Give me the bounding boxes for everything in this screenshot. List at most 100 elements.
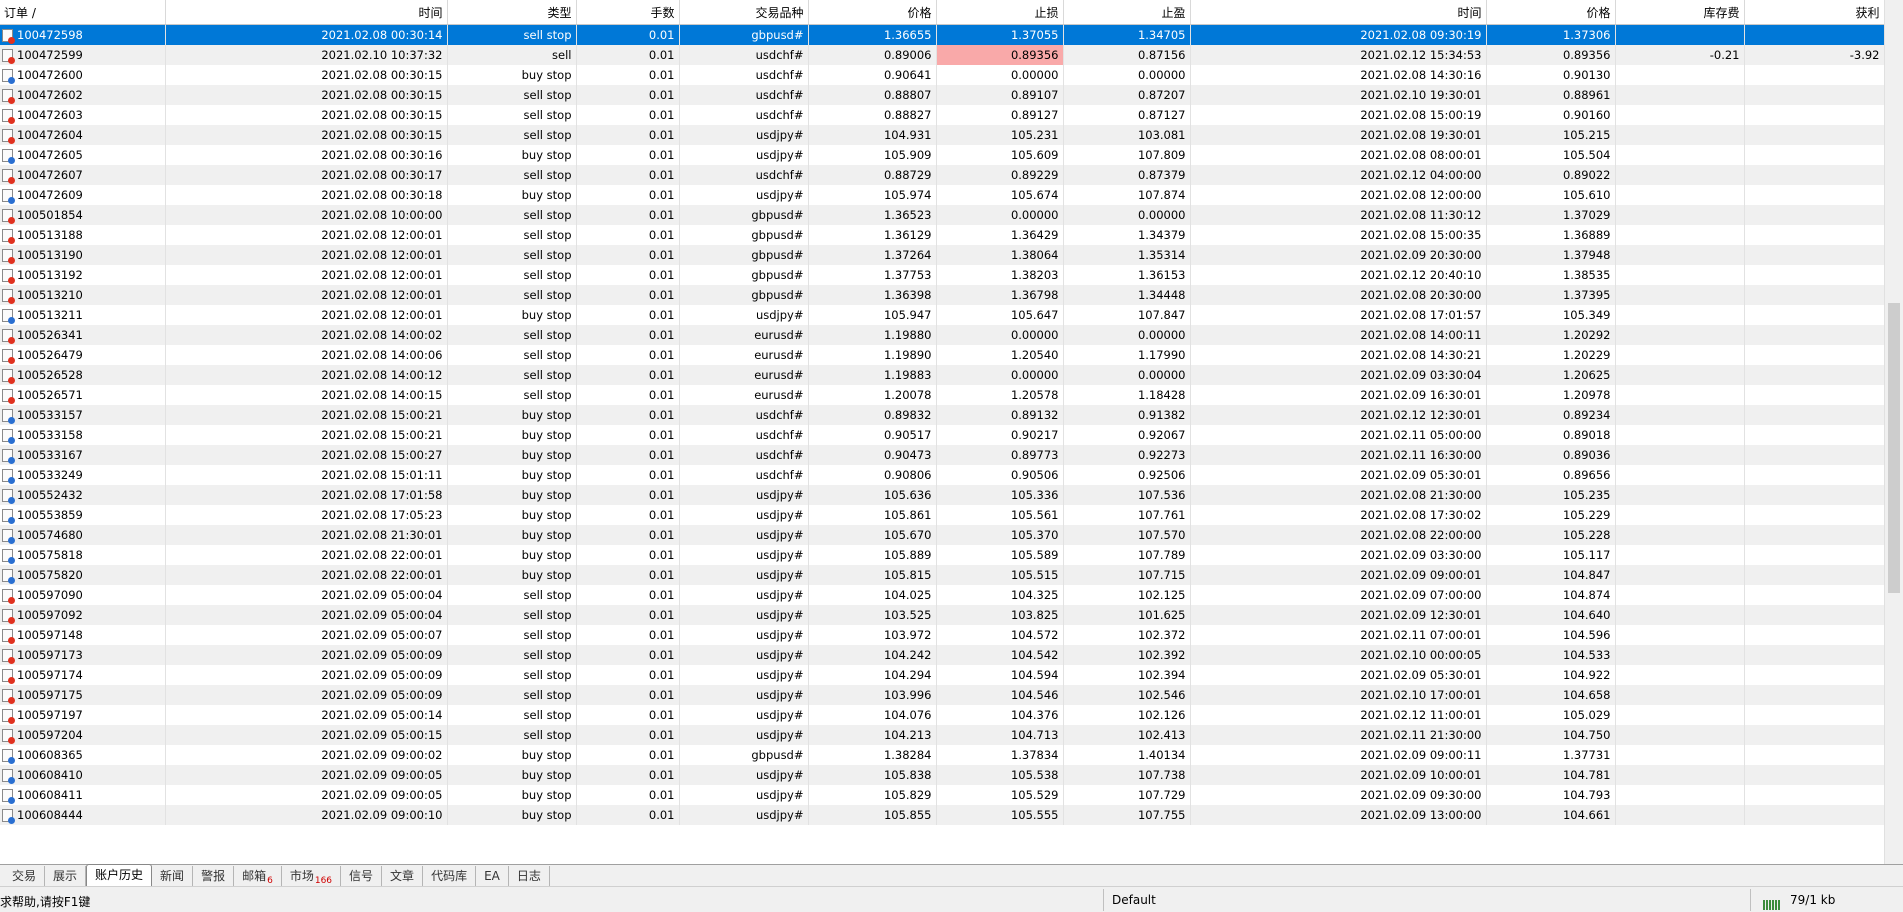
order-id: 100513210 [17, 288, 83, 302]
table-cell: 0.89006 [808, 45, 937, 65]
tab-2[interactable]: 账户历史 [86, 864, 153, 886]
table-cell: 1.36129 [808, 225, 937, 245]
table-cell [1744, 365, 1884, 385]
table-row[interactable]: 100472602 2021.02.08 00:30:15 sell stop 0.0… [0, 85, 1884, 105]
column-header[interactable]: 价格 [808, 0, 937, 25]
tab-badge: 166 [314, 876, 333, 886]
table-row[interactable]: 100597197 2021.02.09 05:00:14 sell stop 0.0… [0, 705, 1884, 725]
column-header[interactable]: 类型 [447, 0, 577, 25]
table-row[interactable]: 100575818 2021.02.08 22:00:01 buy stop 0.01… [0, 545, 1884, 565]
vertical-scrollbar[interactable] [1884, 0, 1903, 864]
table-row[interactable]: 100608411 2021.02.09 09:00:05 buy stop 0.01… [0, 785, 1884, 805]
table-row[interactable]: 100472600 2021.02.08 00:30:15 buy stop 0.01… [0, 65, 1884, 85]
column-header[interactable]: 价格 [1486, 0, 1616, 25]
tab-badge: 6 [267, 876, 273, 886]
table-cell: 2021.02.09 09:00:05 [165, 785, 448, 805]
table-row[interactable]: 100472604 2021.02.08 00:30:15 sell stop 0.0… [0, 125, 1884, 145]
order-id: 100608411 [17, 788, 83, 802]
table-cell: 105.228 [1486, 525, 1616, 545]
column-header[interactable]: 时间 [165, 0, 448, 25]
column-header[interactable]: 时间 [1190, 0, 1487, 25]
table-cell: 1.38203 [936, 265, 1064, 285]
tab-3[interactable]: 新闻 [152, 866, 194, 886]
table-cell: 105.529 [936, 785, 1064, 805]
scrollbar-thumb[interactable] [1888, 303, 1900, 593]
table-cell [1744, 265, 1884, 285]
table-row[interactable]: 100472605 2021.02.08 00:30:16 buy stop 0.01… [0, 145, 1884, 165]
table-row[interactable]: 100608444 2021.02.09 09:00:10 buy stop 0.01… [0, 805, 1884, 825]
table-cell: gbpusd# [679, 265, 809, 285]
table-row[interactable]: 100552432 2021.02.08 17:01:58 buy stop 0.01… [0, 485, 1884, 505]
table-row[interactable]: 100472607 2021.02.08 00:30:17 sell stop 0.0… [0, 165, 1884, 185]
tab-0[interactable]: 交易 [4, 866, 46, 886]
column-header[interactable]: 止损 [936, 0, 1064, 25]
table-cell [1615, 425, 1745, 445]
tab-6[interactable]: 市场166 [282, 866, 342, 886]
table-cell: 105.117 [1486, 545, 1616, 565]
table-row[interactable]: 100513190 2021.02.08 12:00:01 sell stop 0.0… [0, 245, 1884, 265]
column-header[interactable]: 获利 [1744, 0, 1884, 25]
table-cell: 0.87207 [1063, 85, 1191, 105]
table-row[interactable]: 100608410 2021.02.09 09:00:05 buy stop 0.01… [0, 765, 1884, 785]
table-row[interactable]: 100513210 2021.02.08 12:00:01 sell stop 0.0… [0, 285, 1884, 305]
table-row[interactable]: 100526528 2021.02.08 14:00:12 sell stop 0.0… [0, 365, 1884, 385]
table-row[interactable]: 100472609 2021.02.08 00:30:18 buy stop 0.01… [0, 185, 1884, 205]
table-row[interactable]: 100533158 2021.02.08 15:00:21 buy stop 0.01… [0, 425, 1884, 445]
column-header[interactable]: 库存费 [1615, 0, 1745, 25]
table-cell: usdjpy# [679, 765, 809, 785]
table-cell: 2021.02.08 17:05:23 [165, 505, 448, 525]
table-cell: 102.125 [1063, 585, 1191, 605]
table-row[interactable]: 100513192 2021.02.08 12:00:01 sell stop 0.0… [0, 265, 1884, 285]
table-row[interactable]: 100597148 2021.02.09 05:00:07 sell stop 0.0… [0, 625, 1884, 645]
table-row[interactable]: 100513211 2021.02.08 12:00:01 buy stop 0.01… [0, 305, 1884, 325]
table-cell: 0.01 [576, 485, 680, 505]
table-cell: sell stop [447, 365, 577, 385]
tab-7[interactable]: 信号 [341, 866, 383, 886]
table-row[interactable]: 100526341 2021.02.08 14:00:02 sell stop 0.0… [0, 325, 1884, 345]
table-cell: 2021.02.08 20:30:00 [1190, 285, 1487, 305]
order-id: 100526341 [17, 328, 83, 342]
column-header[interactable]: 订单 / [0, 0, 166, 25]
table-row[interactable]: 100526571 2021.02.08 14:00:15 sell stop 0.0… [0, 385, 1884, 405]
tab-9[interactable]: 代码库 [423, 866, 477, 886]
order-type-icon [2, 309, 15, 324]
table-row[interactable]: 100553859 2021.02.08 17:05:23 buy stop 0.01… [0, 505, 1884, 525]
tab-4[interactable]: 警报 [193, 866, 235, 886]
table-row[interactable]: 100533157 2021.02.08 15:00:21 buy stop 0.01… [0, 405, 1884, 425]
table-row[interactable]: 100597204 2021.02.09 05:00:15 sell stop 0.0… [0, 725, 1884, 745]
table-row[interactable]: 100597175 2021.02.09 05:00:09 sell stop 0.0… [0, 685, 1884, 705]
table-row[interactable]: 100533167 2021.02.08 15:00:27 buy stop 0.01… [0, 445, 1884, 465]
table-row[interactable]: 100513188 2021.02.08 12:00:01 sell stop 0.0… [0, 225, 1884, 245]
table-cell: 107.847 [1063, 305, 1191, 325]
table-row[interactable]: 100472599 2021.02.10 10:37:32 sell 0.01 usdc… [0, 45, 1884, 65]
table-row[interactable]: 100597173 2021.02.09 05:00:09 sell stop 0.0… [0, 645, 1884, 665]
table-row[interactable]: 100575820 2021.02.08 22:00:01 buy stop 0.01… [0, 565, 1884, 585]
tab-1[interactable]: 展示 [45, 866, 87, 886]
order-id: 100597204 [17, 728, 83, 742]
table-row[interactable]: 100608365 2021.02.09 09:00:02 buy stop 0.01… [0, 745, 1884, 765]
column-header[interactable]: 止盈 [1063, 0, 1191, 25]
tab-8[interactable]: 文章 [382, 866, 424, 886]
table-cell: 0.00000 [936, 205, 1064, 225]
order-type-icon [2, 49, 15, 64]
table-row[interactable]: 100597092 2021.02.09 05:00:04 sell stop 0.0… [0, 605, 1884, 625]
column-header[interactable]: 手数 [576, 0, 680, 25]
table-row[interactable]: 100597090 2021.02.09 05:00:04 sell stop 0.0… [0, 585, 1884, 605]
table-cell: 0.89036 [1486, 445, 1616, 465]
table-row[interactable]: 100472603 2021.02.08 00:30:15 sell stop 0.0… [0, 105, 1884, 125]
table-cell [1615, 345, 1745, 365]
table-cell: sell stop [447, 665, 577, 685]
table-row[interactable]: 100501854 2021.02.08 10:00:00 sell stop 0.0… [0, 205, 1884, 225]
table-cell: 105.589 [936, 545, 1064, 565]
table-cell: sell stop [447, 625, 577, 645]
tab-5[interactable]: 邮箱6 [234, 866, 282, 886]
table-row[interactable]: 100533249 2021.02.08 15:01:11 buy stop 0.01… [0, 465, 1884, 485]
table-row[interactable]: 100472598 2021.02.08 00:30:14 sell stop 0.0… [0, 24, 1884, 45]
table-row[interactable]: 100526479 2021.02.08 14:00:06 sell stop 0.0… [0, 345, 1884, 365]
table-row[interactable]: 100597174 2021.02.09 05:00:09 sell stop 0.0… [0, 665, 1884, 685]
tab-10[interactable]: EA [476, 866, 509, 886]
column-header[interactable]: 交易品种 [679, 0, 809, 25]
table-cell [1744, 85, 1884, 105]
table-row[interactable]: 100574680 2021.02.08 21:30:01 buy stop 0.01… [0, 525, 1884, 545]
tab-11[interactable]: 日志 [509, 866, 550, 886]
